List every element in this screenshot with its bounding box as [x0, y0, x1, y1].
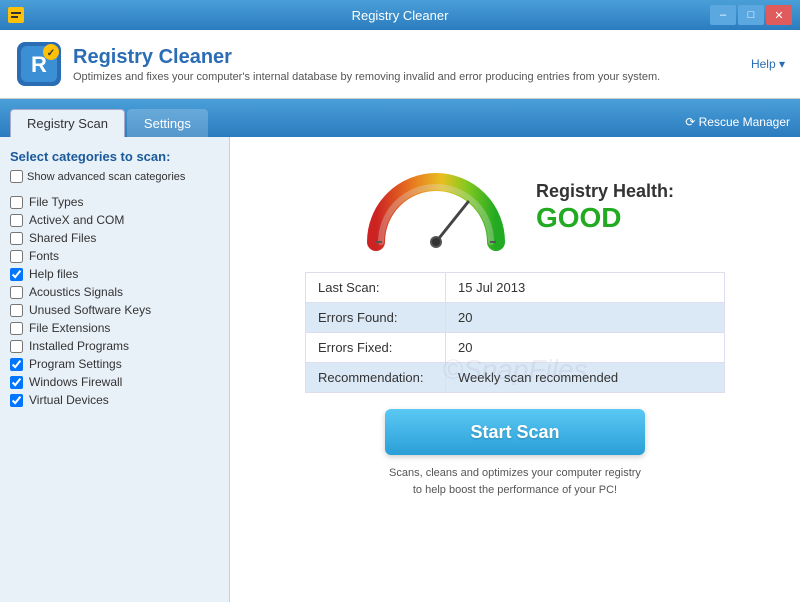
title-bar: Registry Cleaner – □ ✕	[0, 0, 800, 30]
category-checkbox-fonts[interactable]	[10, 250, 23, 263]
category-label-installed-programs: Installed Programs	[29, 339, 129, 353]
app-header: R ✓ Registry Cleaner Optimizes and fixes…	[0, 30, 800, 99]
gauge-health-row: Registry Health: GOOD	[255, 157, 775, 257]
window-controls: – □ ✕	[710, 5, 792, 25]
rescue-manager-button[interactable]: ⟳ Rescue Manager	[685, 115, 790, 137]
category-item-shared-files: Shared Files	[10, 229, 219, 247]
category-label-acoustics-signals: Acoustics Signals	[29, 285, 123, 299]
category-label-virtual-devices: Virtual Devices	[29, 393, 109, 407]
info-cell-label: Errors Fixed:	[306, 333, 446, 363]
info-table: Last Scan:15 Jul 2013Errors Found:20Erro…	[305, 272, 725, 393]
info-cell-label: Recommendation:	[306, 363, 446, 393]
tab-group: Registry Scan Settings	[10, 109, 208, 137]
health-label: Registry Health:	[536, 181, 674, 202]
app-subtitle: Optimizes and fixes your computer's inte…	[73, 71, 660, 83]
window-title: Registry Cleaner	[352, 8, 449, 23]
scan-note: Scans, cleans and optimizes your compute…	[389, 465, 641, 498]
app-header-left: R ✓ Registry Cleaner Optimizes and fixes…	[15, 40, 660, 88]
health-value: GOOD	[536, 202, 674, 234]
category-checkbox-virtual-devices[interactable]	[10, 394, 23, 407]
info-cell-value: 20	[446, 303, 725, 333]
category-item-installed-programs: Installed Programs	[10, 337, 219, 355]
help-button[interactable]: Help ▾	[751, 57, 785, 71]
category-item-help-files: Help files	[10, 265, 219, 283]
advanced-scan-row[interactable]: Show advanced scan categories	[10, 170, 219, 183]
category-label-help-files: Help files	[29, 267, 78, 281]
category-checkbox-file-extensions[interactable]	[10, 322, 23, 335]
advanced-scan-label: Show advanced scan categories	[27, 171, 185, 183]
gauge-icon	[356, 157, 516, 257]
category-item-fonts: Fonts	[10, 247, 219, 265]
info-row: Errors Fixed:20	[306, 333, 725, 363]
info-cell-value: 15 Jul 2013	[446, 273, 725, 303]
close-button[interactable]: ✕	[766, 5, 792, 25]
app-icon	[8, 7, 24, 23]
tab-settings[interactable]: Settings	[127, 109, 208, 137]
category-label-program-settings: Program Settings	[29, 357, 122, 371]
category-checkbox-installed-programs[interactable]	[10, 340, 23, 353]
category-item-unused-software-keys: Unused Software Keys	[10, 301, 219, 319]
category-label-fonts: Fonts	[29, 249, 59, 263]
category-item-program-settings: Program Settings	[10, 355, 219, 373]
category-checkbox-help-files[interactable]	[10, 268, 23, 281]
app-logo-icon: R ✓	[15, 40, 63, 88]
info-cell-label: Errors Found:	[306, 303, 446, 333]
category-item-virtual-devices: Virtual Devices	[10, 391, 219, 409]
health-block: Registry Health: GOOD	[536, 181, 674, 234]
category-checkbox-windows-firewall[interactable]	[10, 376, 23, 389]
category-checkbox-file-types[interactable]	[10, 196, 23, 209]
category-label-shared-files: Shared Files	[29, 231, 96, 245]
category-label-file-extensions: File Extensions	[29, 321, 110, 335]
maximize-button[interactable]: □	[738, 5, 764, 25]
category-item-activex-com: ActiveX and COM	[10, 211, 219, 229]
start-scan-button[interactable]: Start Scan	[385, 409, 645, 455]
category-label-windows-firewall: Windows Firewall	[29, 375, 122, 389]
info-cell-value: 20	[446, 333, 725, 363]
info-row: Last Scan:15 Jul 2013	[306, 273, 725, 303]
info-row: Errors Found:20	[306, 303, 725, 333]
info-cell-label: Last Scan:	[306, 273, 446, 303]
scan-note-line1: Scans, cleans and optimizes your compute…	[389, 467, 641, 479]
tab-bar: Registry Scan Settings ⟳ Rescue Manager	[0, 99, 800, 137]
tab-registry-scan[interactable]: Registry Scan	[10, 109, 125, 137]
right-panel: ©SnapFiles	[230, 137, 800, 602]
app-title-block: Registry Cleaner Optimizes and fixes you…	[73, 46, 660, 83]
category-label-unused-software-keys: Unused Software Keys	[29, 303, 151, 317]
left-panel: Select categories to scan: Show advanced…	[0, 137, 230, 602]
info-cell-value: Weekly scan recommended	[446, 363, 725, 393]
minimize-button[interactable]: –	[710, 5, 736, 25]
app-title: Registry Cleaner	[73, 46, 660, 69]
category-item-acoustics-signals: Acoustics Signals	[10, 283, 219, 301]
category-label-file-types: File Types	[29, 195, 83, 209]
category-checkbox-activex-com[interactable]	[10, 214, 23, 227]
category-list: File Types ActiveX and COM Shared Files Fon…	[10, 193, 219, 409]
category-checkbox-unused-software-keys[interactable]	[10, 304, 23, 317]
scan-note-line2: to help boost the performance of your PC…	[413, 484, 617, 496]
category-label-activex-com: ActiveX and COM	[29, 213, 124, 227]
info-row: Recommendation:Weekly scan recommended	[306, 363, 725, 393]
category-checkbox-acoustics-signals[interactable]	[10, 286, 23, 299]
category-item-file-types: File Types	[10, 193, 219, 211]
title-bar-left	[8, 7, 24, 23]
category-item-windows-firewall: Windows Firewall	[10, 373, 219, 391]
category-item-file-extensions: File Extensions	[10, 319, 219, 337]
category-checkbox-program-settings[interactable]	[10, 358, 23, 371]
advanced-scan-checkbox[interactable]	[10, 170, 23, 183]
main-content: Select categories to scan: Show advanced…	[0, 137, 800, 602]
panel-title: Select categories to scan:	[10, 149, 219, 164]
svg-text:✓: ✓	[47, 48, 55, 59]
category-checkbox-shared-files[interactable]	[10, 232, 23, 245]
